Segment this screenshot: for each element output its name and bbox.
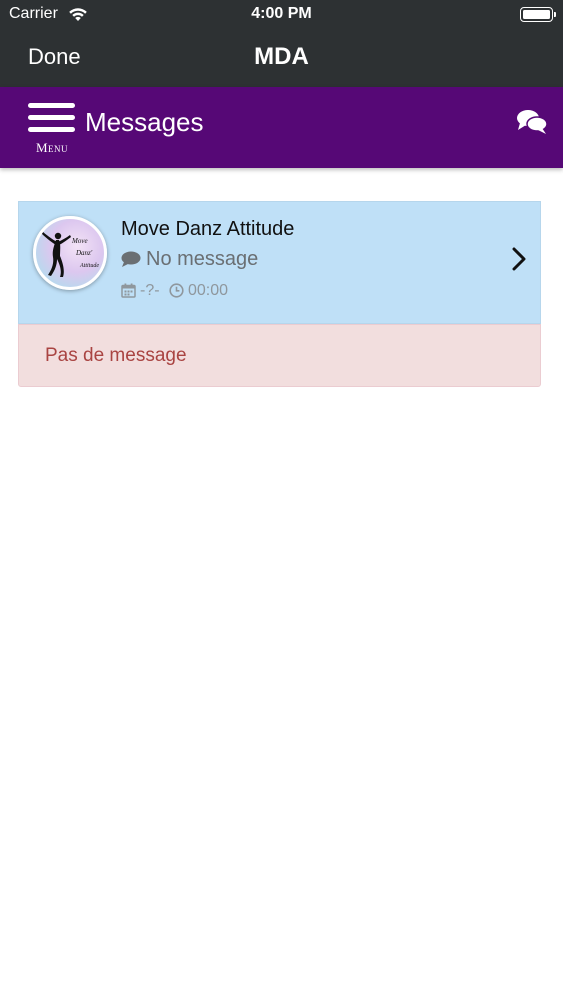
- conversation-time: 00:00: [188, 282, 229, 299]
- clock-icon: [169, 283, 184, 298]
- chevron-right-icon: [512, 247, 526, 271]
- conversation-date: -?-: [140, 282, 160, 299]
- page-title: Messages: [85, 107, 204, 137]
- conversation-name: Move Danz Attitude: [121, 218, 295, 240]
- menu-button[interactable]: Menu: [27, 103, 77, 155]
- calendar-icon: [121, 283, 136, 298]
- status-time: 4:00 PM: [251, 5, 312, 22]
- svg-text:Danz': Danz': [75, 249, 93, 257]
- last-message-text: No message: [146, 248, 259, 270]
- empty-messages-alert: Pas de message: [18, 324, 541, 387]
- comments-icon[interactable]: [516, 109, 548, 135]
- conversation-item[interactable]: Move Danz' Attitude Move Danz Attitude N…: [18, 201, 541, 324]
- avatar: Move Danz' Attitude: [33, 216, 107, 290]
- battery-icon: [520, 7, 556, 22]
- nav-title: MDA: [254, 43, 309, 70]
- comment-icon: [121, 251, 141, 267]
- svg-text:Move: Move: [71, 237, 88, 245]
- menu-label: Menu: [35, 140, 69, 155]
- conversation-meta: -?- 00:00: [121, 282, 321, 302]
- alert-text: Pas de message: [45, 345, 187, 366]
- ios-top-bar: Carrier 4:00 PM Done MDA: [0, 0, 563, 87]
- app-header: Menu Messages: [0, 87, 563, 168]
- svg-text:Attitude: Attitude: [79, 263, 99, 269]
- dancer-logo: Move Danz' Attitude: [40, 230, 99, 277]
- status-bar: Carrier 4:00 PM: [0, 0, 563, 30]
